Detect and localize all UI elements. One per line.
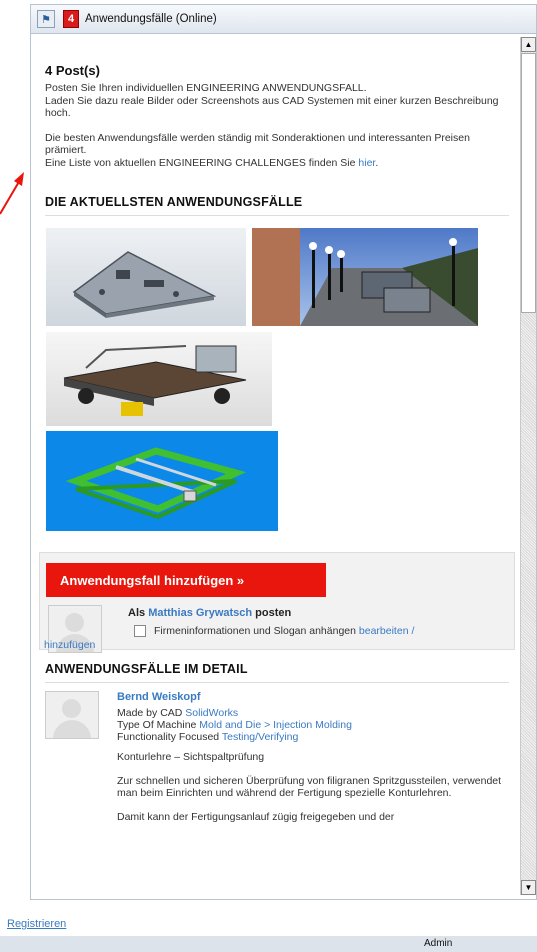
made-by-link[interactable]: SolidWorks (185, 707, 238, 719)
use-case-body-2: Damit kann der Fertigungsanlauf zügig fr… (117, 811, 395, 823)
challenges-link[interactable]: hier (358, 157, 375, 169)
company-info-row: Firmeninformationen und Slogan anhängen … (134, 625, 414, 637)
post-as-suffix: posten (255, 607, 292, 619)
use-case-entry: Bernd Weiskopf Made by CAD SolidWorks Ty… (45, 691, 509, 823)
edit-link-part2[interactable]: hinzufügen (44, 639, 95, 651)
intro-text: Posten Sie Ihren individuellen ENGINEERI… (45, 82, 509, 169)
post-count-badge: 4 (63, 10, 79, 28)
gallery-image-frame[interactable] (46, 431, 278, 531)
add-use-case-button[interactable]: Anwendungsfall hinzufügen » (46, 563, 326, 597)
pin-icon[interactable]: ⚑ (37, 10, 55, 28)
window-title: Anwendungsfälle (Online) (85, 13, 217, 25)
intro-line-3: Die besten Anwendungsfälle werden ständi… (45, 131, 470, 157)
register-link[interactable]: Registrieren (7, 918, 66, 930)
use-case-info: Bernd Weiskopf Made by CAD SolidWorks Ty… (117, 691, 509, 823)
functionality-label: Functionality Focused (117, 731, 220, 743)
use-cases-window: ⚑ 4 Anwendungsfälle (Online) 4 Post(s) P… (30, 4, 537, 900)
functionality-row: Functionality Focused Testing/Verifying (117, 731, 509, 743)
status-user: Admin (424, 938, 453, 949)
posts-count-heading: 4 Post(s) (45, 63, 100, 78)
gallery-image-gauge[interactable] (46, 228, 246, 326)
gallery-image-street[interactable] (252, 228, 478, 326)
machine-type-label: Type Of Machine (117, 719, 197, 731)
company-info-checkbox[interactable] (134, 625, 146, 637)
window-content: 4 Post(s) Posten Sie Ihren individuellen… (35, 37, 519, 893)
use-case-subtitle: Konturlehre – Sichtspaltprüfung (117, 751, 265, 763)
author-name[interactable]: Bernd Weiskopf (117, 691, 509, 703)
made-by-label: Made by CAD (117, 707, 183, 719)
intro-line-4: Eine Liste von aktuellen ENGINEERING CHA… (45, 156, 356, 169)
company-info-label: Firmeninformationen und Slogan anhängen (154, 625, 356, 637)
made-by-row: Made by CAD SolidWorks (117, 707, 509, 719)
author-avatar (45, 691, 99, 739)
machine-type-row: Type Of Machine Mold and Die > Injection… (117, 719, 509, 731)
post-as-prefix: Als (128, 607, 146, 619)
latest-heading: DIE AKTUELLSTEN ANWENDUNGSFÄLLE (45, 195, 509, 216)
post-as-user-link[interactable]: Matthias Grywatsch (148, 607, 252, 619)
scroll-up-icon[interactable]: ▲ (521, 37, 536, 52)
post-as-label: Als Matthias Grywatsch posten (128, 607, 291, 619)
intro-line-1: Posten Sie Ihren individuellen ENGINEERI… (45, 82, 367, 94)
intro-line-2: Laden Sie dazu reale Bilder oder Screens… (45, 94, 499, 120)
vertical-scrollbar[interactable]: ▲ ▼ (520, 37, 536, 895)
scrollbar-thumb[interactable] (521, 53, 536, 313)
status-bar: Admin (0, 936, 537, 952)
page-footer: Registrieren Admin (0, 900, 537, 952)
window-titlebar: ⚑ 4 Anwendungsfälle (Online) (31, 5, 536, 34)
machine-type-link[interactable]: Mold and Die > Injection Molding (199, 719, 352, 731)
functionality-link[interactable]: Testing/Verifying (222, 731, 298, 743)
use-case-body-1: Zur schnellen und sicheren Überprüfung v… (117, 775, 502, 799)
gallery-image-vehicle[interactable] (46, 332, 272, 426)
intro-period: . (375, 156, 379, 169)
add-use-case-panel: Anwendungsfall hinzufügen » Als Matthias… (39, 552, 515, 653)
scroll-down-icon[interactable]: ▼ (521, 880, 536, 895)
detail-heading: ANWENDUNGSFÄLLE IM DETAIL (45, 662, 509, 683)
latest-gallery (35, 228, 519, 538)
edit-link-part1[interactable]: bearbeiten / (359, 625, 414, 637)
annotation-arrow (0, 172, 24, 215)
